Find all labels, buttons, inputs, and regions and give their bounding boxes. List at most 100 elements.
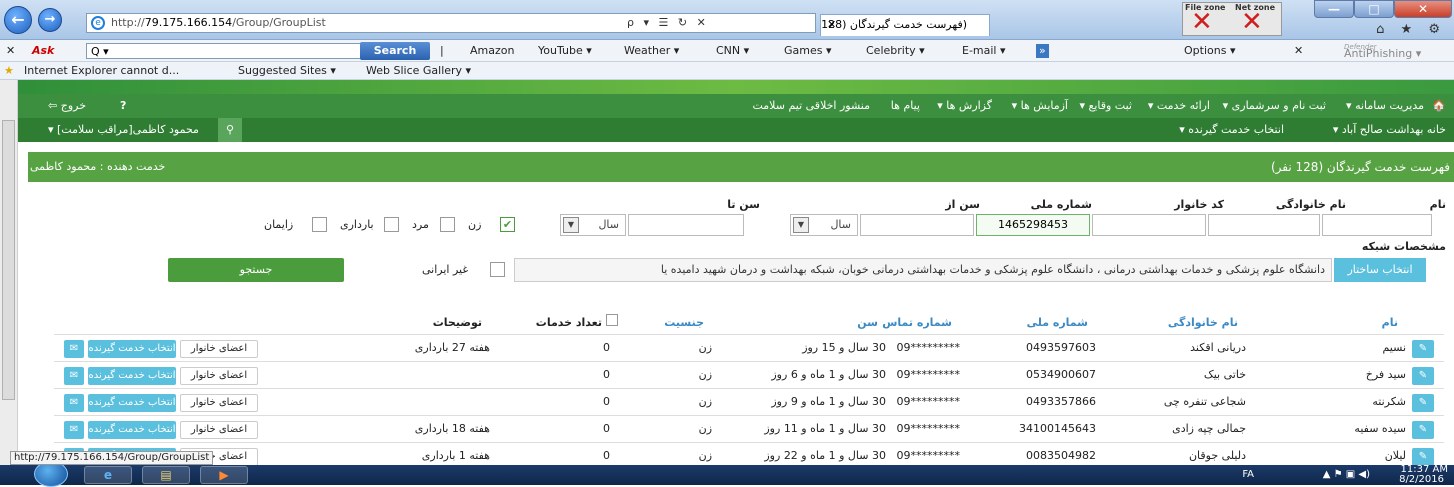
toolbar-youtube[interactable]: YouTube ▾ bbox=[538, 40, 592, 62]
row-age: 30 سال و 1 ماه و 9 روز bbox=[771, 395, 886, 408]
age-from-input[interactable] bbox=[860, 214, 974, 236]
edit-button[interactable]: ✎ bbox=[1412, 421, 1434, 439]
nav-reports[interactable]: گزارش ها ▾ bbox=[937, 94, 992, 118]
age-to-input[interactable] bbox=[628, 214, 744, 236]
select-network-button[interactable]: انتخاب ساختار شبکه bbox=[1334, 258, 1426, 300]
col-national-id[interactable]: شماره ملی bbox=[1027, 316, 1088, 329]
col-name[interactable]: نام bbox=[1382, 316, 1398, 329]
toolbar-amazon[interactable]: Amazon bbox=[470, 40, 514, 62]
close-button[interactable]: ✕ bbox=[1394, 0, 1452, 18]
age-to-unit-value: سال bbox=[598, 218, 619, 231]
toolbar-close-icon[interactable]: ✕ bbox=[6, 40, 15, 62]
fav-web-slice[interactable]: Web Slice Gallery ▾ bbox=[366, 62, 471, 80]
context-nav: خانه بهداشت صالح آباد ▾ انتخاب خدمت گیرن… bbox=[18, 118, 1454, 142]
user-icon[interactable]: ⚲ bbox=[218, 118, 243, 142]
fav-suggested-sites[interactable]: Suggested Sites ▾ bbox=[238, 62, 336, 80]
maximize-button[interactable]: □ bbox=[1354, 0, 1394, 18]
family-members-button[interactable]: اعضای خانوار bbox=[180, 367, 258, 385]
toolbar-celebrity[interactable]: Celebrity ▾ bbox=[866, 40, 925, 62]
row-national-id: 0493597603 bbox=[1026, 341, 1096, 354]
ask-search-button[interactable]: Search bbox=[360, 42, 430, 60]
toolbar-more[interactable]: » bbox=[1036, 44, 1049, 58]
nav-tests[interactable]: آزمایش ها ▾ bbox=[1012, 94, 1068, 118]
network-path-field[interactable]: دانشگاه علوم پزشکی و خدمات بهداشتی درمان… bbox=[514, 258, 1332, 282]
user-menu[interactable]: محمود کاظمی[مراقب سلامت] ▾ bbox=[48, 118, 199, 142]
message-button[interactable]: ✉ bbox=[64, 367, 84, 385]
toolbar-options[interactable]: Options ▾ bbox=[1184, 40, 1235, 62]
national-id-input[interactable]: 1465298453 bbox=[976, 214, 1090, 236]
toolbar-weather[interactable]: Weather ▾ bbox=[624, 40, 679, 62]
row-family: دلیلی جوقان bbox=[1188, 449, 1246, 462]
home-favorites-settings-icons[interactable]: ⌂ ★ ⚙ bbox=[1376, 22, 1446, 37]
health-center-select[interactable]: خانه بهداشت صالح آباد ▾ bbox=[1333, 118, 1446, 142]
age-from-unit-select[interactable]: سال ▼ bbox=[790, 214, 858, 236]
message-button[interactable]: ✉ bbox=[64, 421, 84, 439]
url-prefix: http:// bbox=[111, 16, 145, 29]
address-tools-icons[interactable]: ρ ▾ ☰ ↻ ✕ bbox=[627, 14, 709, 32]
message-button[interactable]: ✉ bbox=[64, 394, 84, 412]
edit-button[interactable]: ✎ bbox=[1412, 448, 1434, 465]
taskbar-media[interactable]: ▶ bbox=[200, 466, 248, 484]
logout-link[interactable]: خروج ⇦ bbox=[48, 94, 86, 118]
edit-button[interactable]: ✎ bbox=[1412, 394, 1434, 412]
male-checkbox[interactable] bbox=[440, 217, 455, 232]
col-gender[interactable]: جنسیت bbox=[664, 316, 704, 329]
favorites-star-icon[interactable]: ★ bbox=[4, 62, 14, 80]
back-button[interactable]: ← bbox=[4, 6, 32, 34]
taskbar-ie[interactable]: e bbox=[84, 466, 132, 484]
message-button[interactable]: ✉ bbox=[64, 340, 84, 358]
age-to-label: سن تا bbox=[727, 198, 760, 211]
col-age[interactable]: سن bbox=[857, 316, 878, 329]
select-client-button[interactable]: انتخاب خدمت گیرنده bbox=[88, 340, 176, 358]
select-client-button[interactable]: انتخاب خدمت گیرنده bbox=[88, 421, 176, 439]
female-checkbox[interactable]: ✔ bbox=[500, 217, 515, 232]
toolbar-games[interactable]: Games ▾ bbox=[784, 40, 832, 62]
minimize-button[interactable]: — bbox=[1314, 0, 1354, 18]
forward-button[interactable]: → bbox=[38, 8, 62, 32]
family-members-button[interactable]: اعضای خانوار bbox=[180, 340, 258, 358]
home-icon[interactable]: 🏠 bbox=[1432, 94, 1446, 118]
tab-close-icon[interactable]: ✕ bbox=[827, 15, 836, 35]
address-bar[interactable]: e http://79.175.166.154/Group/GroupList … bbox=[86, 13, 816, 33]
taskbar-explorer[interactable]: ▤ bbox=[142, 466, 190, 484]
pregnant-checkbox[interactable] bbox=[384, 217, 399, 232]
row-phone: *********09 bbox=[896, 368, 961, 381]
services-checkbox[interactable] bbox=[606, 314, 618, 326]
toolbar-email[interactable]: E-mail ▾ bbox=[962, 40, 1006, 62]
col-phone[interactable]: شماره تماس bbox=[882, 316, 952, 329]
search-button[interactable]: جستجو bbox=[168, 258, 344, 282]
nav-registration[interactable]: ثبت نام و سرشماری ▾ bbox=[1223, 94, 1326, 118]
tab-grouplist[interactable]: (فهرست خدمت گیرندگان (128 نفر ✕ bbox=[820, 14, 990, 51]
family-input[interactable] bbox=[1208, 214, 1320, 236]
family-members-button[interactable]: اعضای خانوار bbox=[180, 394, 258, 412]
tray-icons[interactable]: ▲ ⚑ ▣ ◀) bbox=[1323, 470, 1370, 480]
toolbar-cnn[interactable]: CNN ▾ bbox=[716, 40, 749, 62]
toolbar-close-icon-2[interactable]: ✕ bbox=[1294, 40, 1303, 62]
col-family[interactable]: نام خانوادگی bbox=[1168, 316, 1238, 329]
age-to-unit-select[interactable]: سال ▼ bbox=[560, 214, 626, 236]
status-url-tooltip: http://79.175.166.154/Group/GroupList bbox=[10, 451, 214, 465]
family-code-input[interactable] bbox=[1092, 214, 1206, 236]
nav-service-delivery[interactable]: ارائه خدمت ▾ bbox=[1148, 94, 1210, 118]
select-client-menu[interactable]: انتخاب خدمت گیرنده ▾ bbox=[1179, 118, 1284, 142]
ask-search-input[interactable]: Q ▾ bbox=[86, 43, 376, 59]
nav-system-management[interactable]: مدیریت سامانه ▾ bbox=[1346, 94, 1424, 118]
row-age: 30 سال و 15 روز bbox=[802, 341, 886, 354]
non-iranian-checkbox[interactable] bbox=[490, 262, 505, 277]
postpartum-checkbox[interactable] bbox=[312, 217, 327, 232]
help-icon[interactable]: ? bbox=[120, 94, 126, 118]
language-indicator[interactable]: FA bbox=[1242, 470, 1254, 480]
name-input[interactable] bbox=[1322, 214, 1432, 236]
nav-messages[interactable]: پیام ها bbox=[891, 94, 920, 118]
edit-button[interactable]: ✎ bbox=[1412, 340, 1434, 358]
scrollbar-thumb[interactable] bbox=[2, 120, 15, 400]
nav-ethics-charter[interactable]: منشور اخلاقی تیم سلامت bbox=[752, 94, 870, 118]
fav-ie-cannot[interactable]: Internet Explorer cannot d... bbox=[24, 62, 179, 80]
chevron-down-icon: ▼ bbox=[793, 217, 809, 233]
edit-button[interactable]: ✎ bbox=[1412, 367, 1434, 385]
family-members-button[interactable]: اعضای خانوار bbox=[180, 421, 258, 439]
nav-events[interactable]: ثبت وقایع ▾ bbox=[1079, 94, 1132, 118]
select-client-button[interactable]: انتخاب خدمت گیرنده bbox=[88, 394, 176, 412]
select-client-button[interactable]: انتخاب خدمت گیرنده bbox=[88, 367, 176, 385]
page-scrollbar[interactable] bbox=[0, 80, 18, 465]
